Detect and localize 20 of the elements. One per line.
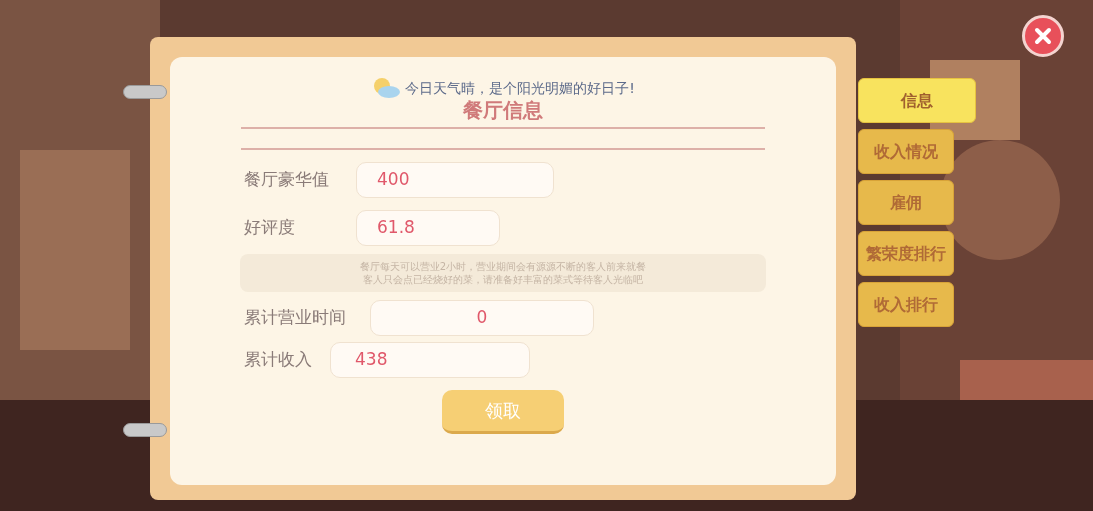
close-icon [1034, 27, 1052, 45]
side-tab[interactable]: 收入情况 [858, 129, 954, 174]
ring-icon [123, 423, 167, 437]
field-label: 累计收入 [244, 348, 313, 372]
side-tab[interactable]: 繁荣度排行 [858, 231, 954, 276]
value-field: 400 [356, 162, 554, 198]
side-tab[interactable]: 信息 [858, 78, 976, 123]
field-label: 累计营业时间 [244, 306, 347, 330]
value-field: 438 [330, 342, 530, 378]
field-label: 餐厅豪华值 [244, 168, 330, 192]
page-title: 餐厅信息 [463, 99, 543, 121]
value-field: 0 [370, 300, 594, 336]
side-tab[interactable]: 雇佣 [858, 180, 954, 225]
weather-icon [371, 77, 402, 99]
weather-text: 今日天气晴，是个阳光明媚的好日子! [405, 78, 635, 98]
field-label: 好评度 [244, 216, 296, 240]
claim-button[interactable]: 领取 [442, 390, 564, 434]
value-field: 61.8 [356, 210, 500, 246]
side-tab[interactable]: 收入排行 [858, 282, 954, 327]
ring-icon [123, 85, 167, 99]
